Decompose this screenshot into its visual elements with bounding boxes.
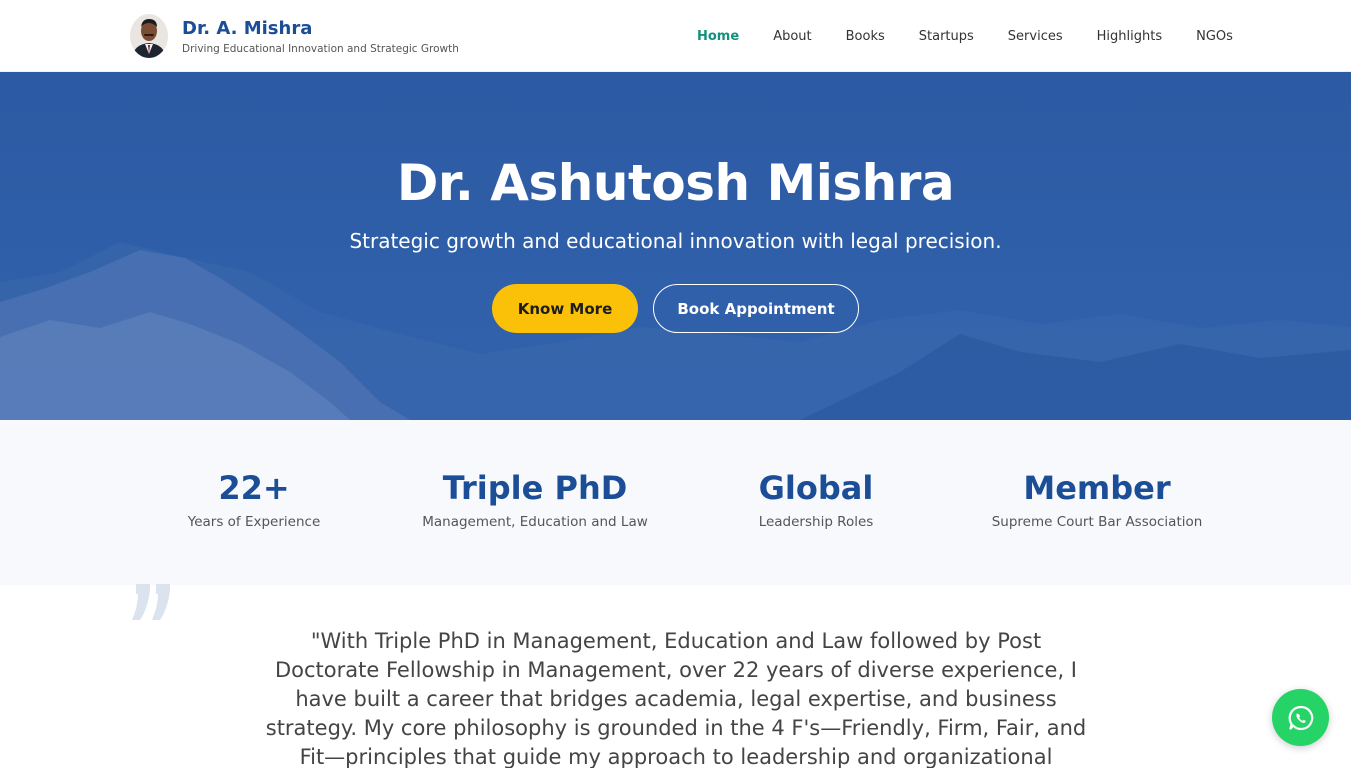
stat-member: Member Supreme Court Bar Association xyxy=(957,468,1237,530)
quote-text: "With Triple PhD in Management, Educatio… xyxy=(265,629,1087,768)
stat-experience: 22+ Years of Experience xyxy=(114,468,394,530)
nav-home[interactable]: Home xyxy=(680,29,756,44)
brand-name[interactable]: Dr. A. Mishra xyxy=(182,17,459,41)
nav-services[interactable]: Services xyxy=(991,29,1080,44)
stat-phd: Triple PhD Management, Education and Law xyxy=(395,468,675,530)
main-nav: Home About Books Startups Services Highl… xyxy=(680,0,1250,72)
avatar xyxy=(130,14,168,58)
hero-section: Dr. Ashutosh Mishra Strategic growth and… xyxy=(0,72,1351,420)
stat-label: Supreme Court Bar Association xyxy=(991,514,1203,530)
stat-value: Global xyxy=(758,469,874,507)
whatsapp-icon xyxy=(1288,705,1313,730)
stat-label: Management, Education and Law xyxy=(422,514,648,530)
nav-books[interactable]: Books xyxy=(829,29,902,44)
brand[interactable]: Dr. A. Mishra Driving Educational Innova… xyxy=(130,14,459,58)
stat-label: Years of Experience xyxy=(187,514,321,530)
site-header: Dr. A. Mishra Driving Educational Innova… xyxy=(0,0,1351,72)
stats-section: 22+ Years of Experience Triple PhD Manag… xyxy=(0,420,1351,585)
nav-highlights[interactable]: Highlights xyxy=(1080,29,1179,44)
nav-startups[interactable]: Startups xyxy=(902,29,991,44)
hero-title: Dr. Ashutosh Mishra xyxy=(396,154,955,212)
stat-value: Triple PhD xyxy=(442,469,628,507)
brand-tagline: Driving Educational Innovation and Strat… xyxy=(182,43,459,55)
quote-icon xyxy=(130,584,174,624)
stat-label: Leadership Roles xyxy=(758,514,874,530)
stat-value: Member xyxy=(1023,469,1171,507)
stat-global: Global Leadership Roles xyxy=(676,468,956,530)
stat-value: 22+ xyxy=(218,469,290,507)
book-appointment-button[interactable]: Book Appointment xyxy=(653,284,859,333)
whatsapp-button[interactable] xyxy=(1272,689,1329,746)
hero-subtitle: Strategic growth and educational innovat… xyxy=(349,229,1002,253)
nav-about[interactable]: About xyxy=(756,29,828,44)
nav-ngos[interactable]: NGOs xyxy=(1179,29,1250,44)
know-more-button[interactable]: Know More xyxy=(492,284,638,333)
